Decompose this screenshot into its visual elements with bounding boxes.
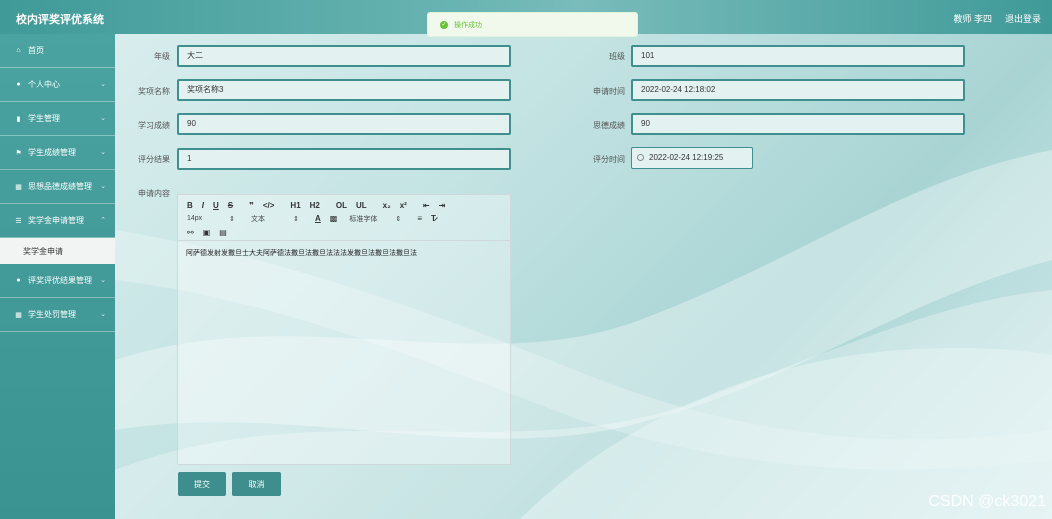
font-family-select[interactable]: 标准字体 ⇕ — [349, 214, 401, 224]
h1-button[interactable]: H1 — [290, 201, 300, 210]
font-color-icon[interactable]: A — [315, 214, 321, 223]
award-name-label: 奖项名称 — [138, 87, 170, 96]
sidebar-item-personal-center[interactable]: ● 个人中心 ⌄ — [0, 68, 115, 102]
sidebar-item-moral-score-mgmt[interactable]: ▦ 思想品德成绩管理 ⌄ — [0, 170, 115, 204]
bold-button[interactable]: B — [187, 201, 193, 210]
location-icon: ● — [16, 277, 21, 284]
sidebar-item-label: 奖学金申请管理 — [28, 216, 84, 225]
toast-message: 操作成功 — [454, 21, 482, 29]
eval-time-picker[interactable]: 2022-02-24 12:19:25 — [631, 147, 753, 169]
award-name-field[interactable]: 奖项名称3 — [177, 79, 511, 101]
ideology-score-field[interactable]: 90 — [631, 113, 965, 135]
sidebar-subitem-scholarship-apply[interactable]: 奖学金申请 — [0, 238, 115, 264]
cancel-button[interactable]: 取消 — [232, 472, 281, 496]
sidebar: ⌂ 首页 ● 个人中心 ⌄ ▮ 学生管理 ⌄ ⚑ 学生成绩管理 ⌄ ▦ 思想品德… — [0, 34, 115, 519]
sidebar-item-score-mgmt[interactable]: ⚑ 学生成绩管理 ⌄ — [0, 136, 115, 170]
sidebar-item-home[interactable]: ⌂ 首页 — [0, 34, 115, 68]
font-family-value: 标准字体 — [349, 215, 378, 223]
editor-toolbar-row-3: ⚯ ▣ ▤ — [178, 225, 510, 241]
sidebar-item-punishment-mgmt[interactable]: ▦ 学生处罚管理 ⌄ — [0, 298, 115, 332]
watermark: CSDN @ck3021 — [928, 493, 1046, 510]
font-size-value: 14px — [187, 215, 203, 222]
underline-button[interactable]: U — [213, 201, 219, 210]
superscript-button[interactable]: x² — [400, 201, 407, 210]
ordered-list-button[interactable]: OL — [336, 201, 347, 210]
editor-content[interactable]: 阿萨德发射发撒旦士大夫阿萨德法撒旦法撒旦法法法发撒旦法撒旦法撒旦法 — [178, 241, 510, 265]
apply-time-field[interactable]: 2022-02-24 12:18:02 — [631, 79, 965, 101]
sidebar-item-scholarship-mgmt[interactable]: ☰ 奖学金申请管理 ⌃ — [0, 204, 115, 238]
clear-format-icon[interactable]: T̷ — [431, 214, 436, 223]
success-toast: ✓ 操作成功 — [427, 12, 638, 37]
background-wave-art — [115, 150, 1052, 519]
sidebar-item-label: 评奖评优结果管理 — [28, 276, 92, 285]
class-field[interactable]: 101 — [631, 45, 965, 67]
check-circle-icon: ✓ — [440, 20, 448, 29]
link-icon[interactable]: ⚯ — [187, 228, 194, 237]
home-icon: ⌂ — [16, 47, 21, 54]
outdent-button[interactable]: ⇤ — [423, 201, 430, 210]
subscript-button[interactable]: x₂ — [383, 201, 391, 210]
app-title: 校内评奖评优系统 — [16, 14, 104, 26]
font-size-select[interactable]: 14px ⇕ — [187, 215, 235, 223]
class-label: 班级 — [609, 52, 625, 61]
study-score-label: 学习成绩 — [138, 121, 170, 130]
study-score-field[interactable]: 90 — [177, 113, 511, 135]
chevron-down-icon: ⌄ — [100, 311, 106, 318]
editor-toolbar-row-2: 14px ⇕ 文本 ⇕ A ▩ 标准字体 ⇕ ≡ T̷ — [178, 212, 510, 225]
eval-time-label: 评分时间 — [593, 155, 625, 164]
italic-button[interactable]: I — [202, 201, 204, 210]
sidebar-item-label: 首页 — [28, 46, 44, 55]
ideology-score-label: 思德成绩 — [593, 121, 625, 130]
text-type-value: 文本 — [251, 215, 265, 223]
bullet-list-button[interactable]: UL — [356, 201, 367, 210]
blockquote-button[interactable]: ❞ — [249, 201, 254, 210]
content-label: 申请内容 — [138, 189, 170, 198]
grade-field[interactable]: 大二 — [177, 45, 511, 67]
sidebar-item-student-mgmt[interactable]: ▮ 学生管理 ⌄ — [0, 102, 115, 136]
sidebar-item-label: 个人中心 — [28, 80, 60, 89]
code-button[interactable]: </> — [263, 201, 275, 210]
grid-icon: ▦ — [15, 311, 22, 319]
image-icon[interactable]: ▣ — [203, 228, 211, 237]
background-color-icon[interactable]: ▩ — [330, 214, 338, 223]
eval-result-label: 评分结果 — [138, 155, 170, 164]
editor-toolbar-row-1: B I U S ❞ </> H1 H2 OL UL x₂ x² ⇤ ⇥ — [178, 199, 510, 212]
strike-button[interactable]: S — [228, 201, 233, 210]
indent-button[interactable]: ⇥ — [439, 201, 446, 210]
chevron-up-icon: ⌃ — [100, 217, 106, 224]
apply-time-label: 申请时间 — [593, 87, 625, 96]
user-icon: ● — [16, 81, 21, 88]
sidebar-item-label: 学生处罚管理 — [28, 310, 76, 319]
grid-icon: ▦ — [15, 183, 22, 191]
grade-label: 年级 — [154, 52, 170, 61]
current-user: 教师 李四 — [953, 14, 992, 24]
clipboard-icon: ▮ — [16, 115, 21, 123]
flag-icon: ⚑ — [15, 149, 22, 157]
sidebar-item-label: 思想品德成绩管理 — [28, 182, 92, 191]
select-arrow-icon: ⇕ — [293, 215, 299, 223]
align-icon[interactable]: ≡ — [417, 214, 422, 223]
logout-link[interactable]: 退出登录 — [1005, 12, 1041, 25]
clock-icon — [637, 154, 644, 161]
rich-text-editor: B I U S ❞ </> H1 H2 OL UL x₂ x² ⇤ ⇥ 14px… — [177, 194, 511, 465]
sidebar-item-award-result-mgmt[interactable]: ● 评奖评优结果管理 ⌄ — [0, 264, 115, 298]
select-arrow-icon: ⇕ — [395, 215, 402, 223]
submit-button[interactable]: 提交 — [178, 472, 226, 496]
eval-time-value: 2022-02-24 12:19:25 — [649, 153, 724, 162]
sidebar-item-label: 学生管理 — [28, 114, 60, 123]
select-arrow-icon: ⇕ — [229, 215, 235, 223]
list-icon: ☰ — [15, 217, 22, 225]
text-type-select[interactable]: 文本 ⇕ — [251, 214, 299, 224]
chevron-down-icon: ⌄ — [100, 277, 106, 284]
sidebar-item-label: 学生成绩管理 — [28, 148, 76, 157]
h2-button[interactable]: H2 — [310, 201, 320, 210]
video-icon[interactable]: ▤ — [219, 228, 227, 237]
eval-result-field[interactable]: 1 — [177, 148, 511, 170]
